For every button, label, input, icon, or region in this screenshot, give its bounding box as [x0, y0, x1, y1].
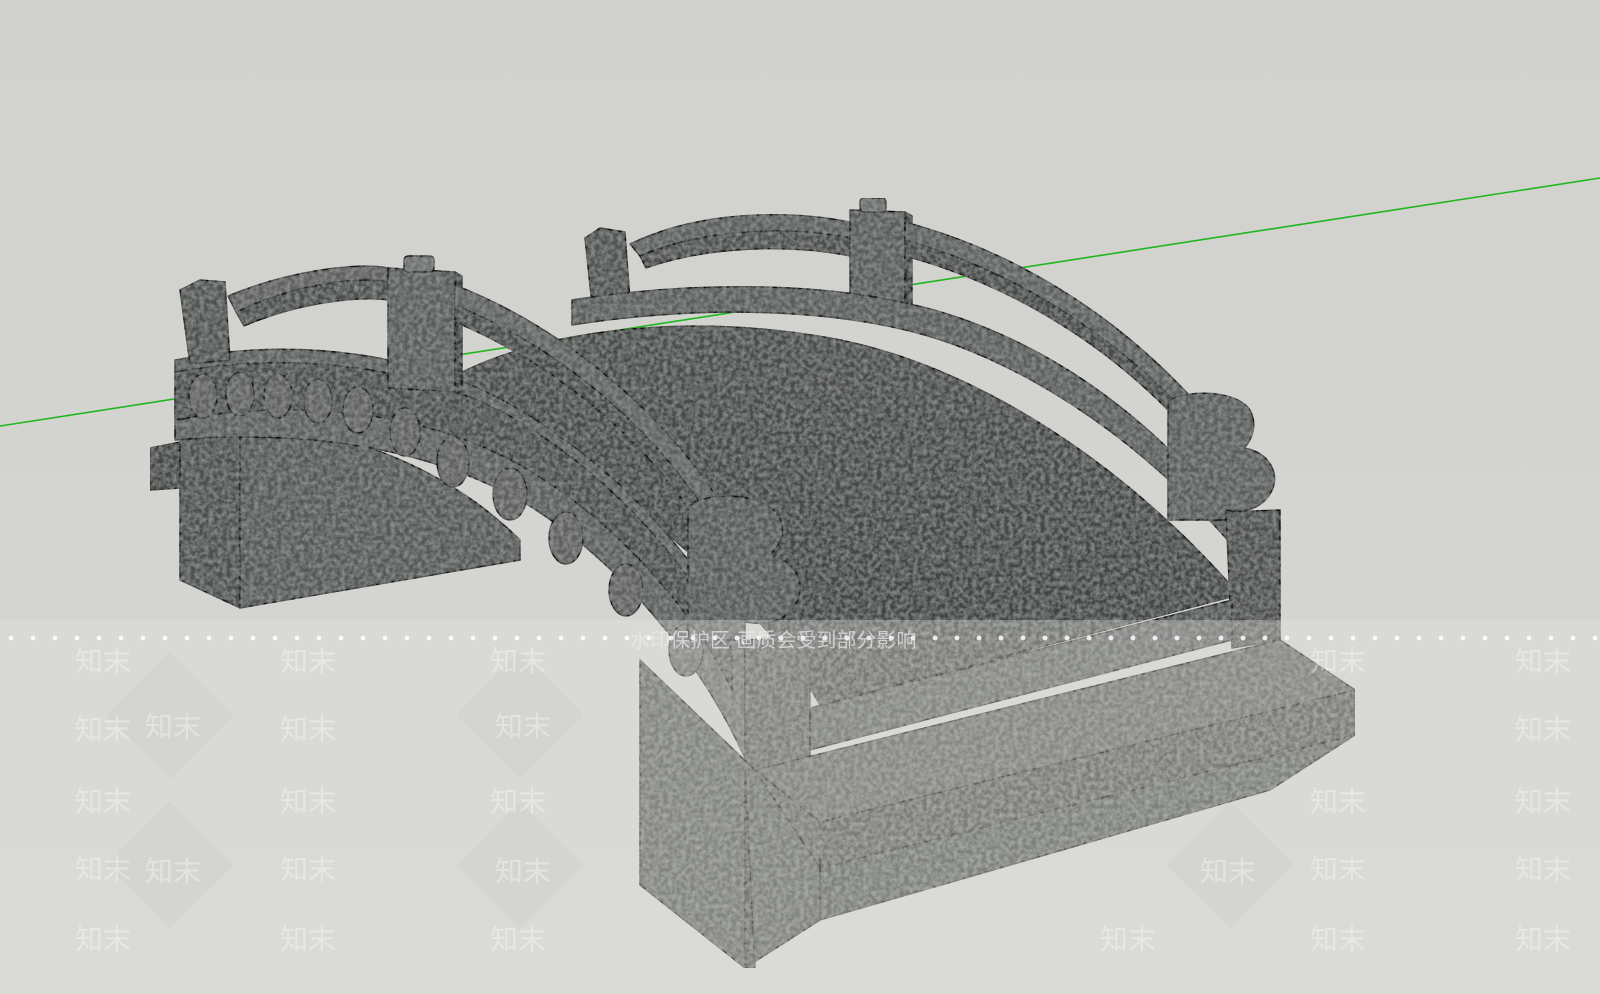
bridge-model-scene[interactable] — [0, 0, 1600, 994]
sketchup-viewport[interactable]: 水印保护区 画质会受到部分影响 知末 知末 知末 知末 知末 知末 知末 知末 … — [0, 0, 1600, 994]
